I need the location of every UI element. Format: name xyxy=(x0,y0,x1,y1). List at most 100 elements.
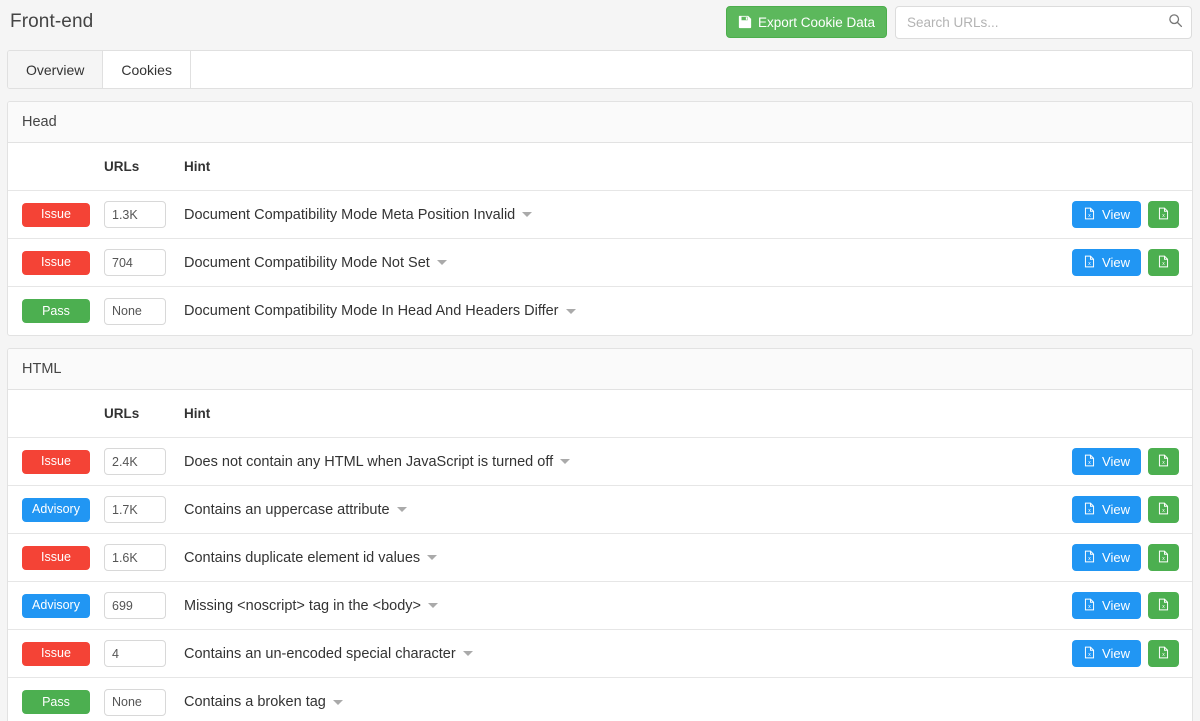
export-row-button[interactable]: x xyxy=(1148,249,1179,276)
url-count-field[interactable] xyxy=(104,448,166,475)
export-row-button[interactable]: x xyxy=(1148,201,1179,228)
view-button[interactable]: x View xyxy=(1072,640,1141,667)
row-urls-cell xyxy=(104,496,176,523)
status-badge[interactable]: Issue xyxy=(22,202,90,227)
hint-label: Document Compatibility Mode Meta Positio… xyxy=(184,206,516,223)
url-count-field[interactable] xyxy=(104,640,166,667)
chevron-down-icon[interactable] xyxy=(522,212,533,217)
row-urls-cell xyxy=(104,688,176,716)
table-row: Issue Contains duplicate element id value… xyxy=(8,534,1192,582)
status-badge[interactable]: Issue xyxy=(22,545,90,570)
export-row-button[interactable]: x xyxy=(1148,496,1179,523)
url-count-field[interactable] xyxy=(104,297,166,325)
hint-label: Contains duplicate element id values xyxy=(184,549,421,566)
column-header-hint: Hint xyxy=(184,159,211,174)
export-row-button[interactable]: x xyxy=(1148,592,1179,619)
view-button[interactable]: x View xyxy=(1072,544,1141,571)
row-hint-cell: Contains an uppercase attribute xyxy=(176,502,1072,518)
file-excel-icon: x xyxy=(1083,255,1096,271)
chevron-down-icon[interactable] xyxy=(436,260,447,265)
row-urls-cell xyxy=(104,592,176,619)
chevron-down-icon[interactable] xyxy=(427,555,438,560)
svg-text:x: x xyxy=(1088,212,1091,218)
status-badge[interactable]: Advisory xyxy=(22,497,90,522)
svg-text:x: x xyxy=(1088,651,1091,657)
hint-label: Document Compatibility Mode Not Set xyxy=(184,254,430,271)
tab-cookies-label: Cookies xyxy=(121,61,172,78)
export-row-button[interactable]: x xyxy=(1148,448,1179,475)
table-row: Issue Contains an un-encoded special char… xyxy=(8,630,1192,678)
row-status-cell: Advisory xyxy=(8,497,104,522)
tab-overview-label: Overview xyxy=(26,61,85,78)
panel-title: HTML xyxy=(22,361,62,377)
row-urls-cell xyxy=(104,640,176,667)
hint-label: Missing <noscript> tag in the <body> xyxy=(184,597,421,614)
url-count-field[interactable] xyxy=(104,201,166,228)
row-actions-cell: x View x xyxy=(1072,640,1192,667)
status-badge[interactable]: Issue xyxy=(22,641,90,666)
url-count-field[interactable] xyxy=(104,688,166,716)
view-button[interactable]: x View xyxy=(1072,201,1141,228)
tab-overview[interactable]: Overview xyxy=(8,51,104,88)
view-button-label: View xyxy=(1102,207,1130,222)
top-bar-actions: Export Cookie Data xyxy=(725,5,1192,39)
chevron-down-icon[interactable] xyxy=(396,507,407,512)
chevron-down-icon[interactable] xyxy=(560,459,571,464)
url-count-field[interactable] xyxy=(104,249,166,276)
row-status-cell: Issue xyxy=(8,545,104,570)
svg-text:x: x xyxy=(1162,555,1165,561)
svg-text:x: x xyxy=(1162,260,1165,266)
row-status-cell: Issue xyxy=(8,449,104,474)
view-button[interactable]: x View xyxy=(1072,249,1141,276)
svg-text:x: x xyxy=(1162,459,1165,465)
file-excel-icon: x xyxy=(1157,207,1170,223)
hint-label: Does not contain any HTML when JavaScrip… xyxy=(184,453,554,470)
file-excel-icon: x xyxy=(1157,454,1170,470)
export-row-button[interactable]: x xyxy=(1148,544,1179,571)
svg-text:x: x xyxy=(1162,507,1165,513)
chevron-down-icon[interactable] xyxy=(462,651,473,656)
chevron-down-icon[interactable] xyxy=(565,308,576,314)
status-badge[interactable]: Pass xyxy=(22,299,90,323)
status-badge[interactable]: Advisory xyxy=(22,593,90,618)
row-hint-cell: Document Compatibility Mode In Head And … xyxy=(176,303,1072,319)
svg-text:x: x xyxy=(1088,260,1091,266)
url-count-field[interactable] xyxy=(104,592,166,619)
chevron-down-icon[interactable] xyxy=(332,699,343,705)
svg-text:x: x xyxy=(1088,507,1091,513)
tab-bar-filler xyxy=(190,51,1192,88)
view-button[interactable]: x View xyxy=(1072,592,1141,619)
status-badge[interactable]: Issue xyxy=(22,449,90,474)
hint-label: Contains a broken tag xyxy=(184,694,326,710)
file-excel-icon: x xyxy=(1157,598,1170,614)
column-header-urls: URLs xyxy=(104,406,140,421)
page-title: Front-end xyxy=(10,11,94,32)
column-header-hint: Hint xyxy=(184,406,211,421)
file-excel-icon: x xyxy=(1083,646,1096,662)
table-row: Issue Document Compatibility Mode Meta Po… xyxy=(8,191,1192,239)
top-bar: Front-end Export Cookie Data xyxy=(0,0,1200,44)
view-button[interactable]: x View xyxy=(1072,448,1141,475)
export-row-button[interactable]: x xyxy=(1148,640,1179,667)
row-hint-cell: Contains a broken tag xyxy=(176,694,1072,710)
export-cookie-data-label: Export Cookie Data xyxy=(757,14,875,30)
file-excel-icon: x xyxy=(1083,598,1096,614)
status-badge[interactable]: Pass xyxy=(22,690,90,714)
row-hint-cell: Document Compatibility Mode Meta Positio… xyxy=(176,207,1072,223)
row-urls-cell xyxy=(104,297,176,325)
panel: Head URLs Hint Issue Document Compatibility … xyxy=(7,101,1193,336)
status-badge[interactable]: Issue xyxy=(22,250,90,275)
tab-cookies[interactable]: Cookies xyxy=(103,51,191,88)
export-cookie-data-button[interactable]: Export Cookie Data xyxy=(725,6,887,38)
table-row: Advisory Contains an uppercase attribute x… xyxy=(8,486,1192,534)
row-status-cell: Issue xyxy=(8,250,104,275)
row-actions-cell: x View x xyxy=(1072,201,1192,228)
svg-text:x: x xyxy=(1162,651,1165,657)
search-input[interactable] xyxy=(895,5,1192,39)
url-count-field[interactable] xyxy=(104,496,166,523)
view-button[interactable]: x View xyxy=(1072,496,1141,523)
file-excel-icon: x xyxy=(1157,255,1170,271)
row-status-cell: Issue xyxy=(8,641,104,666)
chevron-down-icon[interactable] xyxy=(427,603,438,608)
url-count-field[interactable] xyxy=(104,544,166,571)
